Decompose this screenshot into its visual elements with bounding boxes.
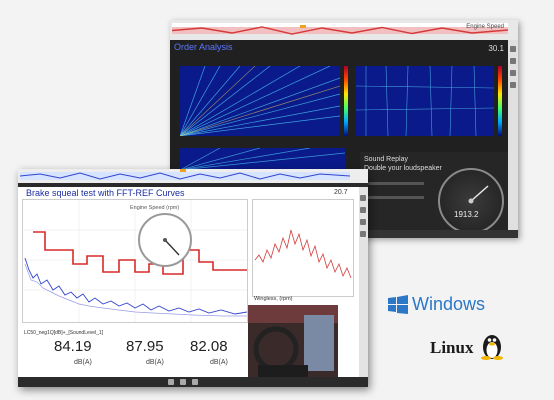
fft-chart[interactable]: [22, 199, 248, 323]
driver-video[interactable]: [248, 305, 338, 377]
engine-speed-label: Engine Speed (rpm): [130, 205, 180, 211]
brake-squeal-window: Brake squeal test with FFT-REF Curves 20…: [18, 169, 368, 387]
colorbar-right: [498, 66, 502, 136]
front-toolbar: [18, 169, 368, 183]
front-waveform[interactable]: [20, 169, 360, 183]
balance-slider[interactable]: [364, 196, 424, 199]
cursor-icon[interactable]: [510, 70, 516, 76]
zoom-icon[interactable]: [360, 195, 366, 201]
rpm-gauge-dark: 1913.2: [438, 168, 504, 234]
spectrogram-right[interactable]: [356, 66, 494, 136]
zoom-icon[interactable]: [510, 46, 516, 52]
volume-slider[interactable]: [364, 182, 424, 185]
front-speed-value: 20.7: [334, 189, 348, 196]
colorbar-left: [344, 66, 348, 136]
windows-label: Windows: [412, 294, 486, 314]
cursor-icon[interactable]: [360, 219, 366, 225]
settings-icon[interactable]: [360, 231, 366, 237]
sound-title: Sound Replay: [364, 156, 408, 163]
sound-subtitle: Double your loudspeaker: [364, 165, 442, 172]
record-icon[interactable]: [192, 379, 198, 385]
windows-icon: [388, 295, 408, 314]
back-page-title: Order Analysis: [174, 42, 233, 52]
linux-label: Linux: [430, 338, 474, 357]
unit-1: dB(A): [74, 359, 92, 366]
front-timeline: [18, 183, 368, 187]
front-page-title: Brake squeal test with FFT-REF Curves: [26, 188, 185, 198]
unit-2: dB(A): [146, 359, 164, 366]
play-icon[interactable]: [168, 379, 174, 385]
back-toolbar: Engine Speed: [170, 20, 518, 40]
pan-icon[interactable]: [360, 207, 366, 213]
gauge-value-dark: 1913.2: [454, 210, 479, 219]
export-icon[interactable]: [510, 82, 516, 88]
value-1: 84.19: [54, 338, 92, 355]
back-toolstrip: [508, 40, 518, 238]
mini-chart-label: Wingless, (rpm): [254, 296, 293, 302]
back-speed-value: 30.1: [488, 44, 504, 53]
rpm-trace-chart[interactable]: [252, 199, 354, 297]
back-waveform[interactable]: [171, 23, 509, 35]
front-statusbar: [18, 377, 368, 387]
stop-icon[interactable]: [180, 379, 186, 385]
tux-icon: [480, 330, 504, 365]
front-toolstrip: [359, 187, 368, 377]
engine-speed-gauge: [138, 213, 192, 267]
spectrogram-left[interactable]: [180, 66, 340, 136]
value-3: 82.08: [190, 338, 228, 355]
pan-icon[interactable]: [510, 58, 516, 64]
legend-item: LC50_neg1Q[dB]+_[SoundLevel_1]: [24, 330, 104, 336]
back-speed-label: Engine Speed: [466, 24, 504, 30]
spectrogram-bottom[interactable]: [180, 148, 345, 170]
windows-logo: [388, 295, 408, 320]
unit-3: dB(A): [210, 359, 228, 366]
value-2: 87.95: [126, 338, 164, 355]
